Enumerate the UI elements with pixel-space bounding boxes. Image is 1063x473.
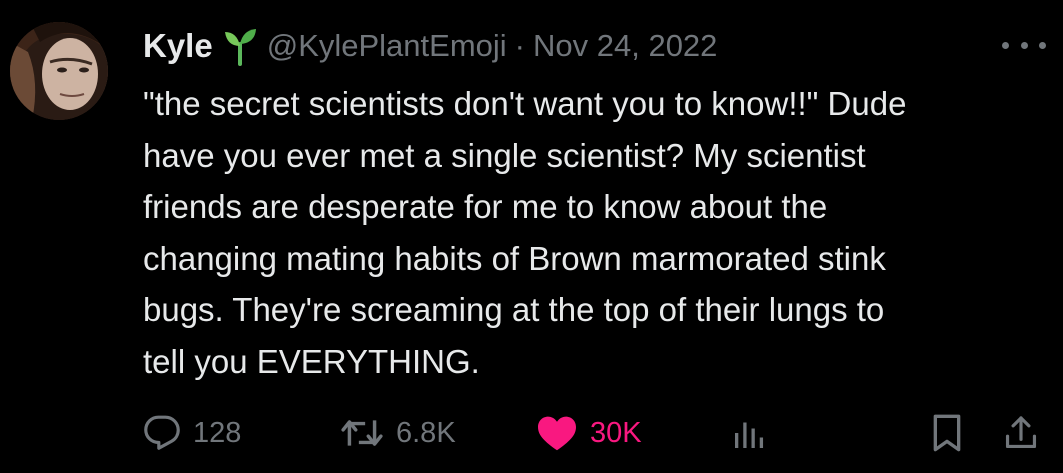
like-button[interactable]: 30K	[536, 408, 642, 458]
tweet-date[interactable]: Nov 24, 2022	[533, 28, 717, 64]
reply-icon	[144, 415, 180, 450]
tweet-text-line: have you ever met a single scientist? My…	[143, 136, 866, 174]
share-icon	[1005, 416, 1037, 449]
retweet-count: 6.8K	[396, 416, 456, 449]
tweet-text: "the secret scientists don't want you to…	[143, 78, 1048, 387]
sprout-icon	[221, 26, 259, 66]
author-name[interactable]: Kyle	[143, 27, 213, 65]
share-button[interactable]	[1002, 408, 1040, 458]
author-handle[interactable]: @KylePlantEmoji	[267, 28, 507, 64]
tweet-text-line: changing mating habits of Brown marmorat…	[143, 239, 886, 277]
tweet-text-line: tell you EVERYTHING.	[143, 342, 480, 380]
tweet-header: Kyle @KylePlantEmoji · Nov 24, 2022	[143, 24, 717, 68]
reply-button[interactable]: 128	[143, 408, 241, 458]
retweet-button[interactable]: 6.8K	[340, 408, 456, 458]
more-options-icon[interactable]	[1002, 30, 1046, 60]
tweet-text-line: bugs. They're screaming at the top of th…	[143, 291, 885, 328]
bookmark-icon	[933, 414, 961, 452]
reply-count: 128	[193, 416, 242, 449]
like-count: 30K	[590, 416, 642, 449]
avatar[interactable]	[10, 22, 108, 120]
avatar-photo	[10, 22, 108, 120]
analytics-icon	[735, 422, 764, 448]
separator-dot: ·	[514, 28, 525, 63]
views-button[interactable]	[732, 408, 768, 458]
tweet-text-line: friends are desperate for me to know abo…	[143, 188, 828, 225]
heart-icon	[538, 416, 576, 451]
tweet-actions: 128 6.8K 30K	[0, 408, 1063, 458]
bookmark-button[interactable]	[930, 408, 964, 458]
retweet-icon	[341, 420, 383, 446]
tweet-text-line: "the secret scientists don't want you to…	[143, 85, 907, 122]
